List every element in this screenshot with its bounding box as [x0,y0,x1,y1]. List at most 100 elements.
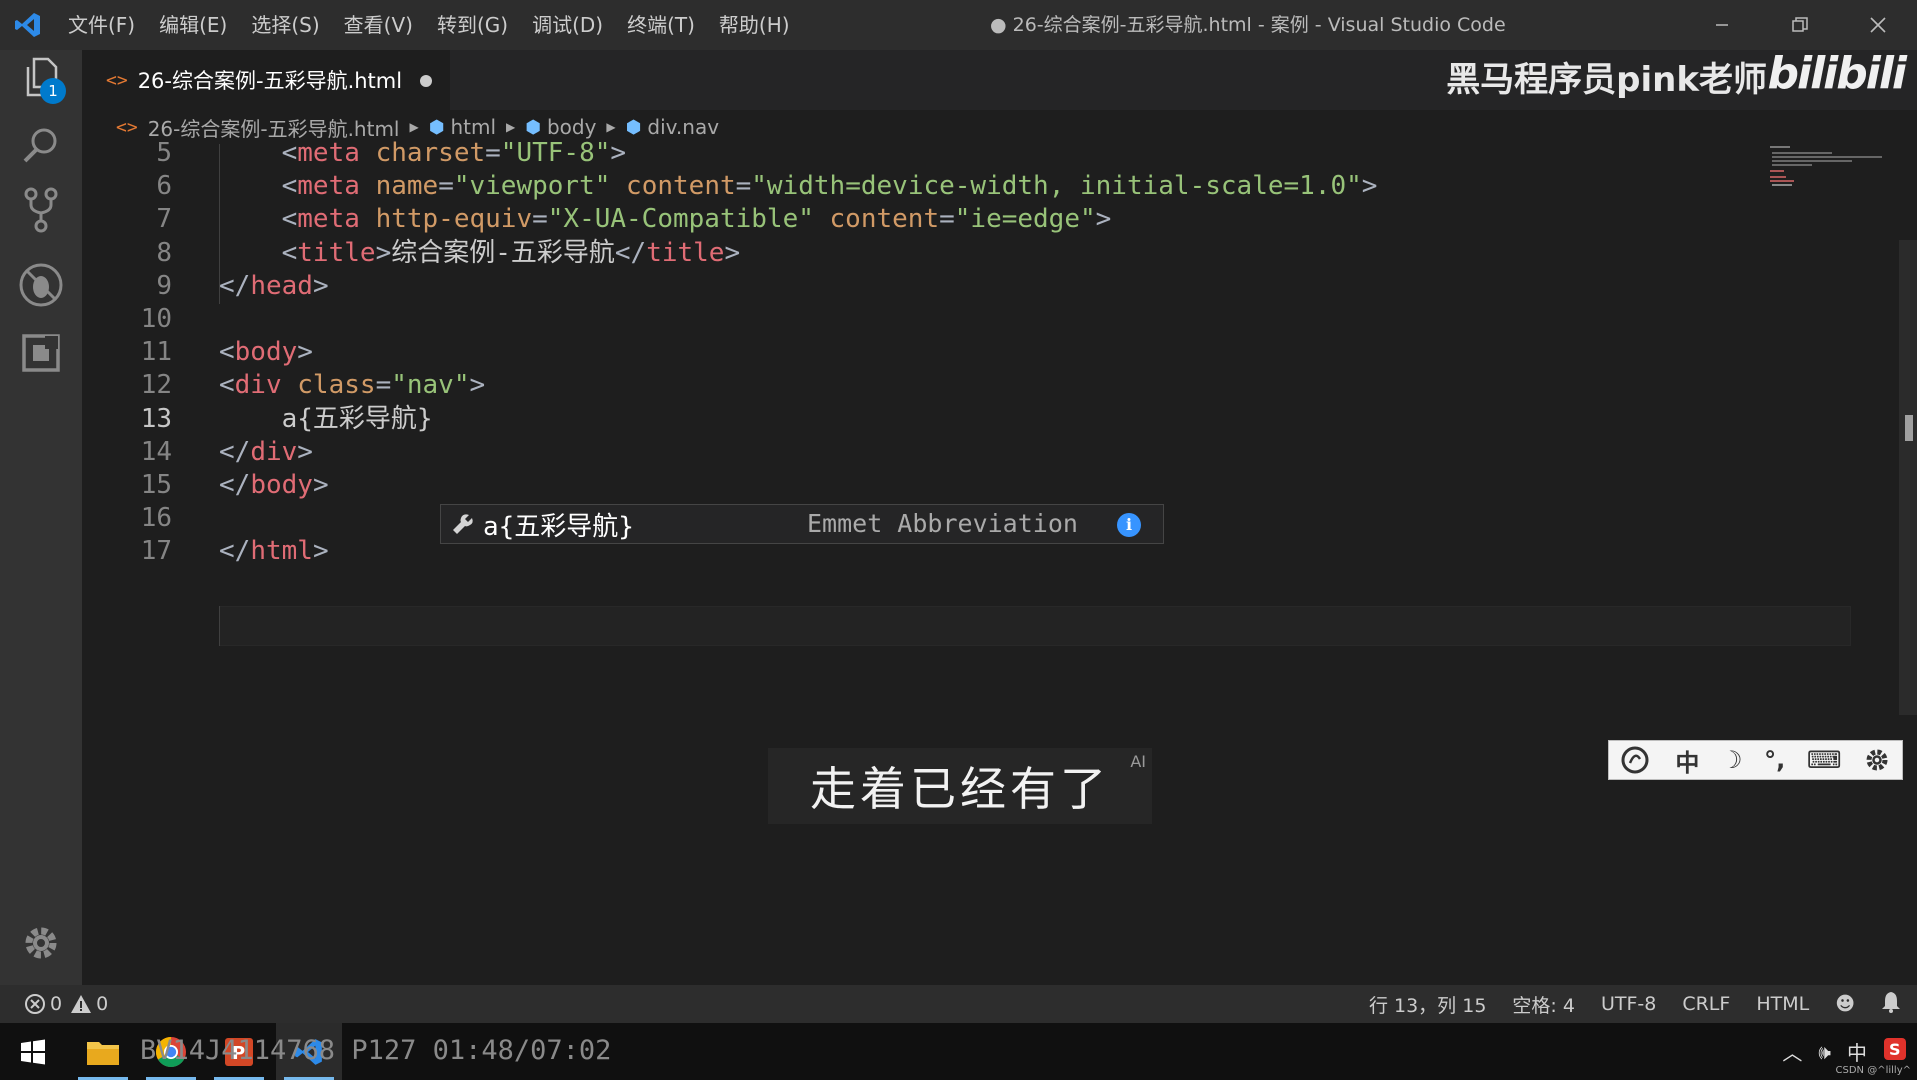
extensions-icon [22,334,60,372]
unsaved-dot-icon[interactable] [420,75,432,87]
menu-item-5[interactable]: 调试(D) [520,0,615,50]
code-token: </ [614,237,647,268]
code-token: class [297,370,376,401]
feedback-smiley-icon[interactable]: ☻ [1835,993,1855,1015]
menu-item-6[interactable]: 终端(T) [615,0,707,50]
code-token: body [234,337,298,368]
settings-button[interactable] [16,918,66,968]
restore-button[interactable] [1761,0,1839,50]
vscode-logo-icon [0,0,56,50]
chevron-right-icon: ▶ [506,120,516,134]
problems-indicator[interactable]: 0 0 [24,985,108,1023]
code-token: < [219,370,235,401]
bilibili-logo: bilibili [1767,48,1907,99]
line-ending[interactable]: CRLF [1682,993,1730,1015]
code-token: < [281,171,298,202]
code-token: > [724,237,741,268]
code-token: 综合案例-五彩导航 [391,237,615,268]
windows-taskbar: P BV14J4114768 P127 01:48/07:02 ︿ 🕪 中 S … [0,1023,1917,1080]
ime-chinese-mode[interactable]: 中 [1675,743,1699,778]
warning-count: 0 [96,993,109,1015]
code-token: = [485,138,501,168]
menu-item-4[interactable]: 转到(G) [425,0,520,50]
ime-toolbar: 中 ☽ °, ⌨ [1608,740,1903,780]
search-button[interactable] [16,120,66,170]
code-token: "nav" [391,370,470,401]
vertical-scrollbar[interactable] [1899,240,1917,715]
code-token: > [610,138,627,168]
current-line-highlight [219,606,1851,646]
error-count: 0 [50,993,63,1015]
restore-icon [1792,17,1808,32]
menu-item-2[interactable]: 选择(S) [239,0,331,50]
code-text: </html> [219,531,329,571]
indentation[interactable]: 空格: 4 [1512,991,1575,1018]
csdn-watermark: CSDN @^lilly^ [1835,1065,1911,1076]
debug-button[interactable] [16,260,66,310]
video-subtitle: 走着已经有了 AI [768,748,1152,824]
code-editor[interactable]: 5 <meta charset="UTF-8"> 6 <meta name="vi… [82,138,1917,985]
code-token: </ [219,270,251,301]
code-token: > [1095,204,1112,235]
ime-logo-icon[interactable] [1620,745,1654,775]
menu-item-7[interactable]: 帮助(H) [707,0,802,50]
code-token: name [375,171,439,202]
ime-moon-icon[interactable]: ☽ [1721,746,1743,774]
code-token: < [281,237,298,268]
ime-gear-icon[interactable] [1863,746,1891,774]
ime-punctuation-icon[interactable]: °, [1764,746,1785,774]
close-button[interactable] [1839,0,1917,50]
info-icon[interactable]: i [1117,513,1141,537]
code-token: > [312,270,329,301]
tab-current-file[interactable]: <> 26-综合案例-五彩导航.html [82,50,450,110]
start-button[interactable] [0,1023,66,1080]
wrench-icon [453,514,473,534]
menu-item-0[interactable]: 文件(F) [56,0,147,50]
scrollbar-thumb[interactable] [1905,415,1913,441]
ime-keyboard-icon[interactable]: ⌨ [1807,746,1842,774]
gear-icon [25,927,57,959]
language-mode[interactable]: HTML [1756,993,1809,1015]
code-token: "UTF-8" [500,138,611,168]
chevron-right-icon: ▶ [606,120,616,134]
suggestion-detail: Emmet Abbreviation [807,509,1078,538]
code-token: < [281,138,298,168]
chevron-up-icon[interactable]: ︿ [1782,1037,1802,1066]
code-token: < [281,204,298,235]
emmet-suggestion[interactable]: a{五彩导航} Emmet Abbreviation i [440,504,1164,544]
taskbar-file-explorer[interactable] [70,1023,136,1080]
volume-icon[interactable]: 🕪 [1818,1040,1831,1064]
encoding[interactable]: UTF-8 [1601,993,1656,1015]
cursor-position[interactable]: 行 13，列 15 [1369,991,1486,1018]
status-bar: 0 0 行 13，列 15 空格: 4 UTF-8 CRLF HTML ☻ [0,985,1917,1023]
minimize-button[interactable] [1683,0,1761,50]
minimap[interactable] [1768,144,1888,204]
video-info-overlay: BV14J4114768 P127 01:48/07:02 [140,1035,612,1066]
menu-bar: 文件(F) 编辑(E) 选择(S) 查看(V) 转到(G) 调试(D) 终端(T) 帮助(H) [56,0,802,50]
extensions-button[interactable] [16,328,66,378]
sogou-icon[interactable]: S [1883,1037,1907,1066]
code-token: div [250,436,298,467]
code-token: title [646,237,725,268]
code-token: body [250,470,313,500]
source-control-button[interactable] [16,185,66,235]
code-token: charset [375,138,486,168]
subtitle-text: 走着已经有了 [810,762,1110,816]
menu-item-1[interactable]: 编辑(E) [147,0,239,50]
warning-icon [71,995,92,1013]
tray-ime-indicator[interactable]: 中 [1847,1037,1867,1066]
window-title: ● 26-综合案例-五彩导航.html - 案例 - Visual Studio… [990,14,1506,36]
suggestion-label: a{五彩导航} [483,511,634,542]
menu-item-3[interactable]: 查看(V) [332,0,425,50]
bell-icon[interactable] [1881,991,1901,1018]
code-token: meta [297,204,360,235]
minimize-icon [1716,24,1728,26]
code-token: </ [219,536,251,567]
